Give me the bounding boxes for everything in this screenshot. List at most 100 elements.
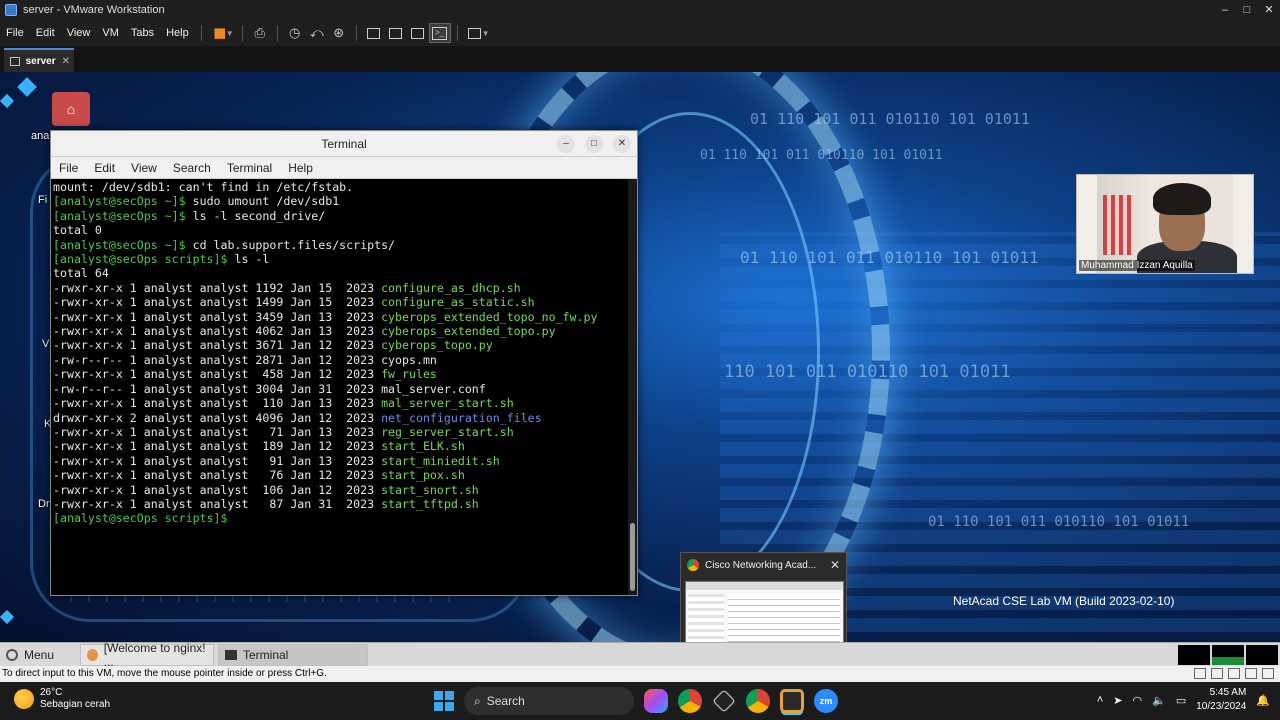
webcam-name-label: Muhammad Izzan Aquilla <box>1079 260 1195 271</box>
maximize-button[interactable]: □ <box>1236 0 1258 20</box>
terminal-menu-edit[interactable]: Edit <box>86 161 123 175</box>
taskbar-search[interactable]: ⌕ Search <box>464 687 634 715</box>
snapshot-manager-icon[interactable]: ⊛ <box>328 23 350 43</box>
terminal-filename: configure_as_static.sh <box>381 295 535 310</box>
desktop-icon-label[interactable]: Dr <box>38 498 50 510</box>
terminal-line: -rwxr-xr-x 1 analyst analyst 189 Jan 12 … <box>53 439 627 453</box>
terminal-output[interactable]: mount: /dev/sdb1: can't find in /etc/fst… <box>51 179 629 595</box>
desktop-icon-label[interactable]: V <box>42 338 49 350</box>
close-icon[interactable]: ✕ <box>830 558 840 572</box>
terminal-line: drwxr-xr-x 2 analyst analyst 4096 Jan 12… <box>53 411 627 425</box>
menu-tabs[interactable]: Tabs <box>125 27 160 39</box>
guest-task-terminal[interactable]: Terminal <box>218 643 368 666</box>
terminal-filename: start_tftpd.sh <box>381 496 479 511</box>
terminal-title: Terminal <box>321 136 367 151</box>
menu-edit[interactable]: Edit <box>30 27 61 39</box>
weather-desc: Sebagian cerah <box>40 699 111 710</box>
close-button[interactable]: ✕ <box>1258 0 1280 20</box>
guest-task-nginx[interactable]: [Welcome to nginx! ... <box>80 641 214 669</box>
hdd-icon[interactable] <box>1194 668 1206 679</box>
guest-desktop[interactable]: 01 110 101 011 010110 101 01011 01 110 1… <box>0 72 1280 642</box>
terminal-line: -rwxr-xr-x 1 analyst analyst 91 Jan 13 2… <box>53 454 627 468</box>
build-label: NetAcad CSE Lab VM (Build 2023-02-10) <box>953 594 1175 608</box>
terminal-menu-file[interactable]: File <box>51 161 86 175</box>
usb-icon[interactable] <box>1228 668 1240 679</box>
wifi-icon[interactable]: ◠ <box>1133 694 1143 707</box>
webcam-overlay: Muhammad Izzan Aquilla <box>1076 174 1254 274</box>
search-label: Search <box>486 694 525 708</box>
sound-icon[interactable] <box>1245 668 1257 679</box>
home-folder-icon[interactable]: ⌂ <box>52 92 90 126</box>
terminal-menu-help[interactable]: Help <box>280 161 321 175</box>
workspace-3[interactable] <box>1246 644 1278 665</box>
tab-server[interactable]: server ✕ <box>4 48 74 72</box>
terminal-menu-search[interactable]: Search <box>165 161 219 175</box>
terminal-prompt: [analyst@secOps ~]$ <box>53 208 186 223</box>
chrome-icon[interactable] <box>678 689 702 713</box>
terminal-text: -rwxr-xr-x 1 analyst analyst 71 Jan 13 2… <box>53 424 382 439</box>
full-screen-icon[interactable] <box>407 23 429 43</box>
workspace-1[interactable] <box>1178 644 1210 665</box>
scrollbar-thumb[interactable] <box>630 523 635 591</box>
volume-icon[interactable]: 🔈 <box>1152 694 1166 707</box>
terminal-scrollbar[interactable] <box>628 179 637 595</box>
thumbnail-view-icon[interactable] <box>385 23 407 43</box>
notification-bell-icon[interactable]: 🔔 <box>1256 694 1270 707</box>
windows-start-icon[interactable] <box>434 691 454 711</box>
network-icon[interactable] <box>1211 668 1223 679</box>
terminal-window[interactable]: Terminal – □ ✕ File Edit View Search Ter… <box>50 130 638 596</box>
terminal-line: [analyst@secOps scripts]$ <box>53 511 627 525</box>
console-view-icon[interactable]: >_ <box>428 23 451 43</box>
send-ctrl-alt-del-icon[interactable]: ⎙ <box>249 23 271 43</box>
zoom-icon[interactable]: zm <box>814 689 838 713</box>
clock[interactable]: 5:45 AM 10/23/2024 <box>1196 686 1246 714</box>
display-icon[interactable] <box>1262 668 1274 679</box>
menu-view[interactable]: View <box>61 27 97 39</box>
vmware-titlebar: server - VMware Workstation – □ ✕ <box>0 0 1280 20</box>
minimize-button[interactable]: – <box>1214 0 1236 20</box>
terminal-filename: start_pox.sh <box>381 468 465 483</box>
terminal-text: -rwxr-xr-x 1 analyst analyst 91 Jan 13 2… <box>53 453 382 468</box>
binary-text: 110 101 011 010110 101 01011 <box>724 362 1011 382</box>
revert-snapshot-icon[interactable]: ⤺ <box>306 23 328 43</box>
chevron-down-icon[interactable]: ▼ <box>226 29 234 38</box>
send-icon[interactable]: ➤ <box>1113 694 1122 707</box>
terminal-prompt: [analyst@secOps scripts]$ <box>53 252 228 267</box>
thumbnail-title: Cisco Networking Acad... <box>705 559 817 571</box>
terminal-text: -rwxr-xr-x 1 analyst analyst 76 Jan 12 2… <box>53 468 382 483</box>
toolbar-separator <box>241 25 243 41</box>
copilot-icon[interactable] <box>644 689 668 713</box>
desktop-icon-label[interactable]: Fi <box>38 194 47 206</box>
terminal-line: -rwxr-xr-x 1 analyst analyst 110 Jan 13 … <box>53 396 627 410</box>
workspace-switcher[interactable] <box>1178 644 1278 665</box>
terminal-titlebar[interactable]: Terminal – □ ✕ <box>51 131 637 157</box>
chevron-down-icon[interactable]: ▼ <box>482 29 490 38</box>
battery-icon[interactable]: ▭ <box>1176 694 1186 707</box>
terminal-minimize-button[interactable]: – <box>557 135 575 153</box>
menu-help[interactable]: Help <box>160 27 195 39</box>
terminal-line: [analyst@secOps ~]$ sudo umount /dev/sdb… <box>53 194 627 208</box>
chevron-up-icon[interactable]: ˄ <box>1097 694 1103 706</box>
vmware-taskbar-icon[interactable] <box>780 689 804 713</box>
app-cube-icon[interactable] <box>712 689 736 713</box>
guest-menu-button[interactable]: Menu <box>0 644 80 666</box>
terminal-text: -rwxr-xr-x 1 analyst analyst 458 Jan 12 … <box>53 367 382 382</box>
terminal-filename: mal_server.conf <box>381 381 486 396</box>
snapshot-icon[interactable]: ◷ <box>284 23 306 43</box>
desktop-icon-label[interactable]: ana <box>31 130 49 142</box>
menu-vm[interactable]: VM <box>96 27 125 39</box>
weather-widget[interactable]: 26°C Sebagian cerah <box>14 687 110 711</box>
terminal-menu-terminal[interactable]: Terminal <box>219 161 280 175</box>
terminal-text: -rw-r--r-- 1 analyst analyst 3004 Jan 31… <box>53 381 382 396</box>
terminal-menu-view[interactable]: View <box>123 161 165 175</box>
chrome-profile-icon[interactable] <box>746 689 770 713</box>
terminal-close-button[interactable]: ✕ <box>613 135 631 153</box>
library-view-icon[interactable] <box>363 23 385 43</box>
diamond-decoration <box>17 77 37 97</box>
terminal-text: -rwxr-xr-x 1 analyst analyst 3459 Jan 13… <box>53 309 382 324</box>
menu-file[interactable]: File <box>0 27 30 39</box>
workspace-2[interactable] <box>1212 644 1244 665</box>
vm-icon <box>10 56 20 66</box>
close-icon[interactable]: ✕ <box>62 56 70 67</box>
terminal-maximize-button[interactable]: □ <box>585 135 603 153</box>
